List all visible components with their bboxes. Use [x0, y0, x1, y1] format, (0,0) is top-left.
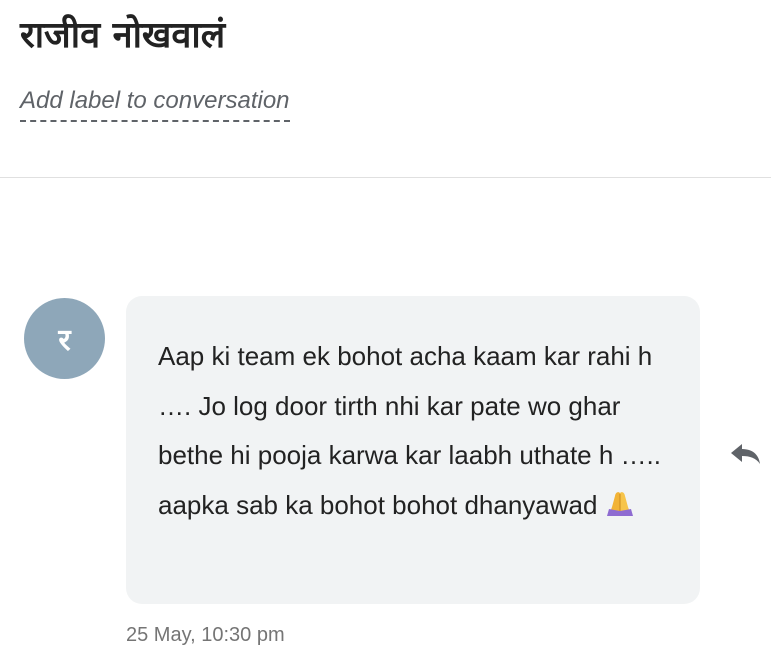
add-label-link[interactable]: Add label to conversation — [20, 86, 290, 122]
message-body: Aap ki team ek bohot acha kaam kar rahi … — [158, 332, 670, 530]
folded-hands-icon — [607, 491, 634, 516]
contact-name: राजीव नोखवालं — [20, 15, 226, 56]
avatar-letter: र — [58, 323, 71, 358]
conversation-view: राजीव नोखवालं Add label to conversation … — [0, 0, 771, 660]
message-text: Aap ki team ek bohot acha kaam kar rahi … — [158, 341, 661, 520]
conversation-header: राजीव नोखवालं Add label to conversation — [0, 0, 771, 178]
reply-icon[interactable] — [728, 438, 762, 468]
message-bubble: Aap ki team ek bohot acha kaam kar rahi … — [126, 296, 700, 604]
avatar: र — [24, 298, 105, 379]
message-timestamp: 25 May, 10:30 pm — [126, 624, 285, 646]
